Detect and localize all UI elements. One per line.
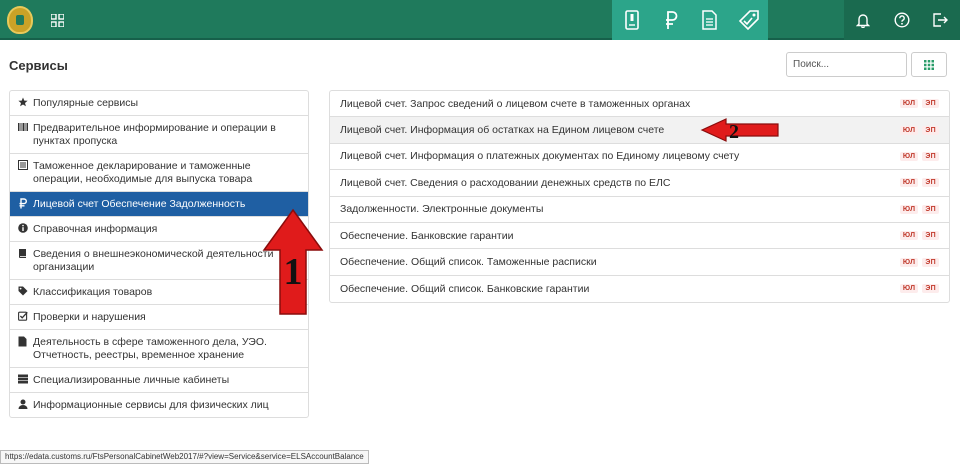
grid-icon (924, 59, 934, 70)
category-label: Лицевой счет Обеспечение Задолженность (33, 198, 246, 210)
logout-icon (933, 13, 949, 27)
service-title: Задолженности. Электронные документы (340, 203, 544, 216)
top-navbar (0, 0, 960, 40)
category-preliminary-info[interactable]: Предварительное информирование и операци… (10, 116, 308, 154)
user-tools (844, 0, 960, 40)
category-label: Сведения о внешнеэкономической деятельно… (33, 248, 274, 273)
category-popular[interactable]: Популярные сервисы (10, 91, 308, 116)
legal-entity-badge: ЮЛ (899, 178, 919, 188)
legal-entity-badge: ЮЛ (899, 284, 919, 294)
user-icon (18, 399, 31, 409)
passport-button[interactable] (612, 0, 651, 40)
checkbox-icon (18, 311, 31, 321)
ruble-icon (18, 198, 31, 209)
annotation-arrow-up: 1 (262, 208, 324, 315)
legal-entity-badge: ЮЛ (899, 231, 919, 241)
service-title: Обеспечение. Общий список. Таможенные ра… (340, 256, 597, 269)
e-signature-badge: ЭП (922, 151, 939, 161)
annotation-number-1: 1 (284, 251, 303, 293)
tile-view-button[interactable] (911, 52, 947, 77)
help-button[interactable] (883, 0, 922, 40)
legal-entity-badge: ЮЛ (899, 204, 919, 214)
barcode-icon (18, 122, 31, 132)
category-label: Специализированные личные кабинеты (33, 374, 230, 386)
e-signature-badge: ЭП (922, 204, 939, 214)
service-row[interactable]: Обеспечение. Общий список. Таможенные ра… (330, 249, 949, 276)
service-title: Лицевой счет. Информация о платежных док… (340, 150, 740, 163)
payments-button[interactable] (651, 0, 690, 40)
ruble-icon (665, 11, 677, 29)
tag-check-button[interactable] (729, 0, 768, 40)
service-row[interactable]: Лицевой счет. Информация о платежных док… (330, 144, 949, 171)
server-icon (18, 374, 31, 384)
service-title: Лицевой счет. Сведения о расходовании де… (340, 176, 671, 189)
grid-icon (50, 13, 64, 27)
e-signature-badge: ЭП (922, 284, 939, 294)
main-tools (612, 0, 768, 40)
category-label: Популярные сервисы (33, 97, 139, 109)
category-label: Информационные сервисы для физических ли… (33, 399, 269, 411)
star-icon (18, 97, 31, 107)
e-signature-badge: ЭП (922, 231, 939, 241)
e-signature-badge: ЭП (922, 257, 939, 267)
legal-entity-badge: ЮЛ (899, 125, 919, 135)
legal-entity-badge: ЮЛ (899, 257, 919, 267)
e-signature-badge: ЭП (922, 99, 939, 109)
services-list: Лицевой счет. Запрос сведений о лицевом … (329, 90, 950, 304)
e-signature-badge: ЭП (922, 125, 939, 135)
annotation-number-2: 2 (729, 121, 739, 143)
eagle-emblem-icon (7, 6, 33, 34)
annotation-arrow-left: 2 (700, 118, 779, 143)
category-customs-activity[interactable]: Деятельность в сфере таможенного дела, У… (10, 330, 308, 368)
file-icon (18, 336, 31, 347)
status-url-bar: https://edata.customs.ru/FtsPersonalCabi… (0, 450, 369, 464)
bell-icon (856, 14, 871, 28)
search-input[interactable] (786, 52, 907, 77)
passport-icon (624, 10, 639, 30)
apps-grid-button[interactable] (44, 8, 70, 32)
notifications-button[interactable] (844, 0, 883, 40)
tag-icon (18, 286, 31, 296)
service-title: Обеспечение. Банковские гарантии (340, 229, 514, 242)
help-icon (894, 12, 910, 28)
logo[interactable] (0, 0, 40, 40)
category-label: Деятельность в сфере таможенного дела, У… (33, 336, 267, 361)
service-title: Лицевой счет. Запрос сведений о лицевом … (340, 97, 691, 110)
service-row[interactable]: Обеспечение. Банковские гарантии ЮЛ ЭП (330, 223, 949, 250)
legal-entity-badge: ЮЛ (899, 99, 919, 109)
declaration-icon (18, 160, 31, 170)
document-icon (702, 10, 717, 30)
category-label: Классификация товаров (33, 286, 153, 298)
category-special-cabinets[interactable]: Специализированные личные кабинеты (10, 368, 308, 393)
page-title: Сервисы (9, 58, 68, 73)
service-row[interactable]: Задолженности. Электронные документы ЮЛ … (330, 197, 949, 223)
category-label: Проверки и нарушения (33, 311, 146, 323)
category-individuals[interactable]: Информационные сервисы для физических ли… (10, 393, 308, 417)
service-row[interactable]: Лицевой счет. Сведения о расходовании де… (330, 170, 949, 197)
category-label: Предварительное информирование и операци… (33, 122, 276, 147)
service-row[interactable]: Обеспечение. Общий список. Банковские га… (330, 276, 949, 302)
service-title: Лицевой счет. Информация об остатках на … (340, 124, 665, 137)
info-icon (18, 223, 31, 233)
tag-check-icon (738, 10, 759, 31)
category-label: Таможенное декларирование и таможенные о… (33, 160, 253, 185)
service-row[interactable]: Лицевой счет. Запрос сведений о лицевом … (330, 91, 949, 118)
e-signature-badge: ЭП (922, 178, 939, 188)
documents-button[interactable] (690, 0, 729, 40)
service-title: Обеспечение. Общий список. Банковские га… (340, 282, 590, 295)
service-row[interactable]: Лицевой счет. Информация об остатках на … (330, 117, 949, 144)
legal-entity-badge: ЮЛ (899, 151, 919, 161)
category-label: Справочная информация (33, 223, 158, 235)
category-declaration[interactable]: Таможенное декларирование и таможенные о… (10, 154, 308, 192)
book-icon (18, 248, 31, 259)
logout-button[interactable] (921, 0, 960, 40)
